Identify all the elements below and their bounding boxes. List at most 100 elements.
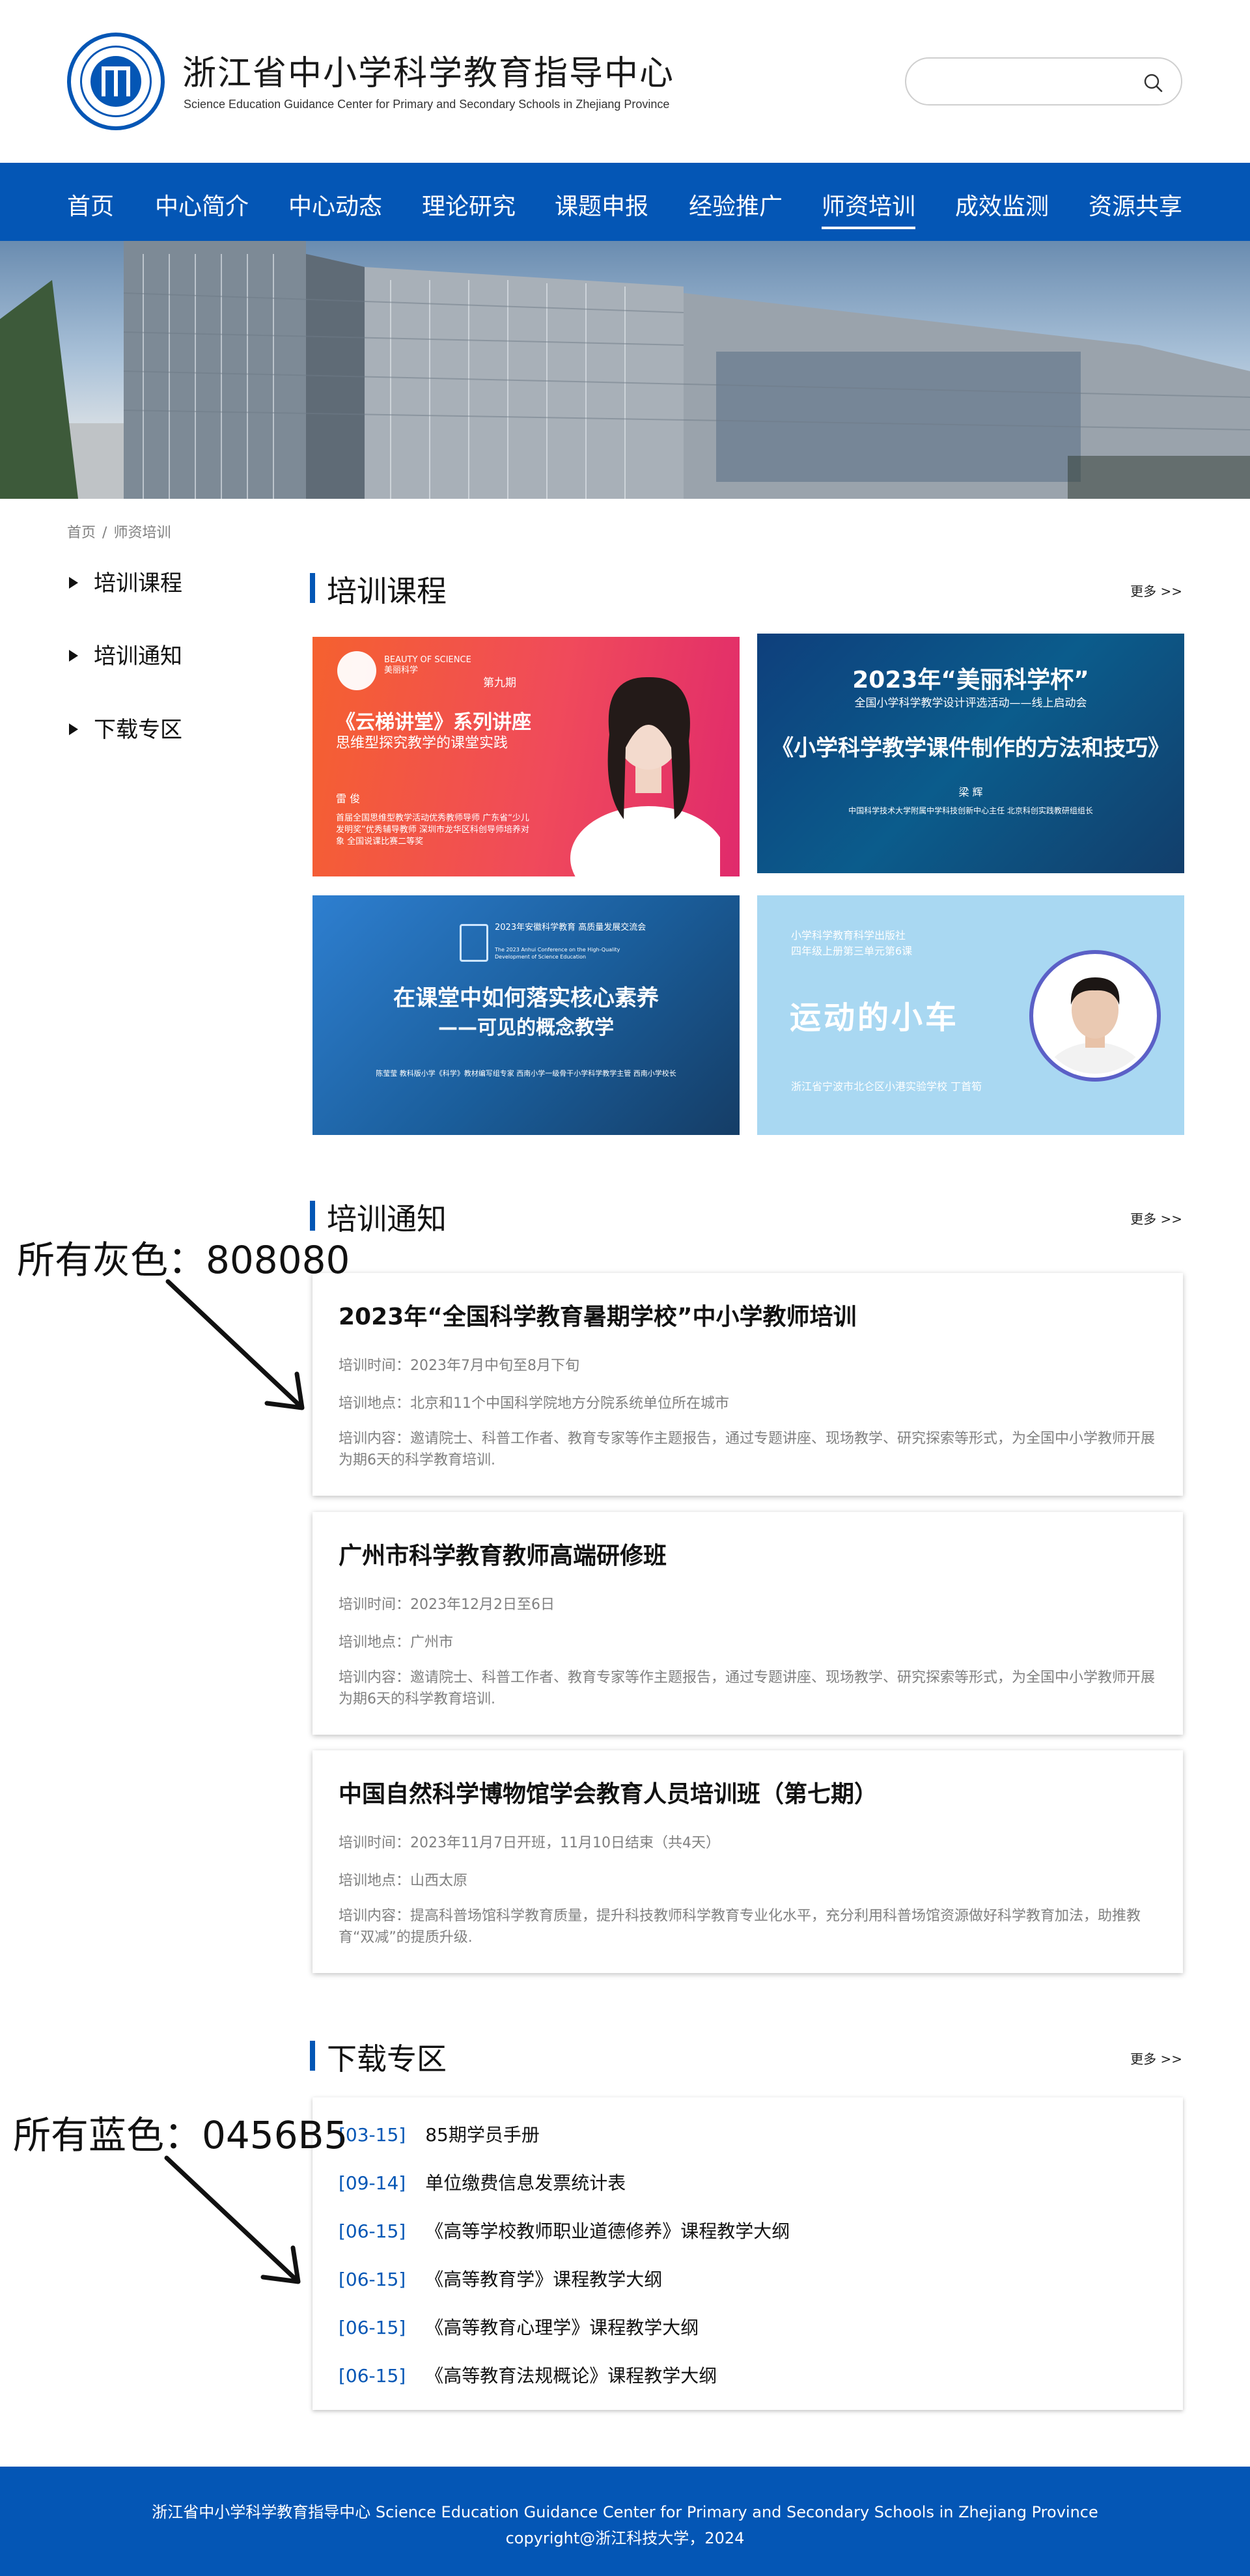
sidebar-item-label: 下载专区 bbox=[94, 717, 182, 743]
arrow-icon bbox=[164, 2155, 301, 2284]
card-headline: 2023年“美丽科学杯” bbox=[852, 667, 1089, 693]
course-card-moving-car[interactable]: 小学科学教育科学出版社 四年级上册第三单元第6课 运动的小车 浙江省宁波市北仑区小… bbox=[757, 895, 1184, 1135]
sidebar-item-label: 培训通知 bbox=[94, 643, 182, 669]
arrow-icon bbox=[165, 1279, 305, 1410]
search-icon[interactable] bbox=[1143, 73, 1163, 92]
triangle-right-icon bbox=[69, 723, 78, 735]
speaker-bio: 中国科学技术大学附属中学科技创新中心主任 北京科创实践教研组组长 bbox=[848, 806, 1093, 815]
notice-title[interactable]: 中国自然科学博物馆学会教育人员培训班（第七期） bbox=[339, 1775, 878, 1809]
site-header: 浙江省中小学科学教育指导中心 Science Education Guidanc… bbox=[0, 0, 1250, 163]
sidebar-item-notices[interactable]: 培训通知 bbox=[69, 638, 182, 670]
notice-content: 培训内容：提高科普场馆科学教育质量，提升科技教师科学教育专业化水平，充分利用科普… bbox=[339, 1908, 1141, 1946]
nav-item-resources[interactable]: 资源共享 bbox=[1089, 188, 1182, 221]
courses-section-header: 培训课程 更多 >> bbox=[310, 568, 1182, 609]
breadcrumb-separator: / bbox=[102, 525, 107, 541]
notice-content: 培训内容：邀请院士、科普工作者、教育专家等作主题报告，通过专题讲座、现场教学、研… bbox=[339, 1431, 1156, 1468]
speaker-name: 梁 辉 bbox=[958, 786, 983, 798]
notice-card[interactable]: 中国自然科学博物馆学会教育人员培训班（第七期） 培训时间：2023年11月7日开… bbox=[312, 1750, 1183, 1973]
more-link[interactable]: 更多 >> bbox=[1130, 2049, 1182, 2067]
download-date: [06-15] bbox=[339, 2220, 406, 2242]
section-accent-bar bbox=[310, 2041, 315, 2071]
download-item[interactable]: [03-15] 85期学员手册 bbox=[339, 2121, 540, 2147]
download-name[interactable]: 单位缴费信息发票统计表 bbox=[425, 2172, 626, 2194]
notice-card[interactable]: 2023年“全国科学教育暑期学校”中小学教师培训 培训时间：2023年7月中旬至… bbox=[312, 1273, 1183, 1496]
issue-label: 第九期 bbox=[483, 677, 516, 690]
more-link[interactable]: 更多 >> bbox=[1130, 1209, 1182, 1227]
breadcrumb: 首页 / 师资培训 bbox=[67, 521, 177, 542]
download-item[interactable]: [06-15] 《高等教育心理学》课程教学大纲 bbox=[339, 2314, 699, 2340]
book-icon bbox=[460, 924, 488, 962]
notice-title[interactable]: 广州市科学教育教师高端研修班 bbox=[339, 1537, 667, 1571]
more-link[interactable]: 更多 >> bbox=[1130, 581, 1182, 600]
building-illustration bbox=[0, 241, 1250, 499]
beauty-of-science-logo bbox=[337, 651, 376, 690]
download-item[interactable]: [06-15] 《高等学校教师职业道德修养》课程教学大纲 bbox=[339, 2217, 790, 2243]
brand-label: BEAUTY OF SCIENCE 美丽科学 bbox=[384, 655, 471, 676]
download-date: [06-15] bbox=[339, 2317, 406, 2338]
breadcrumb-current: 师资培训 bbox=[113, 525, 171, 541]
download-name[interactable]: 《高等教育法规概论》课程教学大纲 bbox=[425, 2365, 717, 2387]
site-logo[interactable] bbox=[67, 33, 165, 130]
download-item[interactable]: [06-15] 《高等教育学》课程教学大纲 bbox=[339, 2265, 662, 2291]
sidebar-item-downloads[interactable]: 下载专区 bbox=[69, 712, 182, 744]
site-title: 浙江省中小学科学教育指导中心 bbox=[182, 54, 675, 93]
speaker-bio: 陈莹莹 教科版小学《科学》教材编写组专家 西南小学一级骨干小学科学教学主管 西南… bbox=[376, 1069, 676, 1078]
download-name[interactable]: 《高等教育学》课程教学大纲 bbox=[425, 2269, 662, 2290]
speaker-bio: 首届全国思维型教学活动优秀教师导师 广东省“少儿发明奖”优秀辅导教师 深圳市龙华… bbox=[336, 813, 529, 847]
download-date: [09-14] bbox=[339, 2172, 406, 2194]
download-name[interactable]: 《高等学校教师职业道德修养》课程教学大纲 bbox=[425, 2220, 790, 2242]
logo-glyph bbox=[102, 66, 130, 96]
conference-title-en: The 2023 Anhui Conference on the High-Qu… bbox=[495, 947, 620, 960]
section-title: 下载专区 bbox=[327, 2041, 447, 2077]
notices-section-header: 培训通知 更多 >> bbox=[310, 1196, 1182, 1237]
download-name[interactable]: 85期学员手册 bbox=[425, 2124, 540, 2146]
nav-item-evaluation[interactable]: 成效监测 bbox=[955, 188, 1049, 221]
card-topic: 《小学科学教学课件制作的方法和技巧》 bbox=[771, 735, 1170, 761]
notice-content: 培训内容：邀请院士、科普工作者、教育专家等作主题报告，通过专题讲座、现场教学、研… bbox=[339, 1670, 1156, 1707]
nav-item-teacher-training[interactable]: 师资培训 bbox=[822, 188, 916, 229]
notice-place: 培训地点：广州市 bbox=[339, 1634, 454, 1651]
nav-item-news[interactable]: 中心动态 bbox=[288, 188, 382, 221]
search-box[interactable] bbox=[905, 57, 1182, 105]
notice-title[interactable]: 2023年“全国科学教育暑期学校”中小学教师培训 bbox=[339, 1298, 857, 1332]
card-headline: 《云梯讲堂》系列讲座 bbox=[336, 711, 531, 734]
downloads-list: [03-15] 85期学员手册 [09-14] 单位缴费信息发票统计表 [06-15… bbox=[312, 2097, 1183, 2410]
lesson-line: 四年级上册第三单元第6课 bbox=[791, 945, 913, 957]
notice-card[interactable]: 广州市科学教育教师高端研修班 培训时间：2023年12月2日至6日 培训地点：广… bbox=[312, 1512, 1183, 1735]
download-item[interactable]: [09-14] 单位缴费信息发票统计表 bbox=[339, 2169, 626, 2195]
nav-item-about[interactable]: 中心简介 bbox=[155, 188, 249, 221]
breadcrumb-home[interactable]: 首页 bbox=[67, 525, 96, 541]
section-accent-bar bbox=[310, 1201, 315, 1231]
site-footer: 浙江省中小学科学教育指导中心 Science Education Guidanc… bbox=[0, 2467, 1250, 2576]
download-date: [03-15] bbox=[339, 2124, 406, 2146]
speaker-school: 浙江省宁波市北仑区小港实验学校 丁首筍 bbox=[791, 1080, 982, 1093]
main-nav: 首页 中心简介 中心动态 理论研究 课题申报 经验推广 师资培训 成效监测 资源… bbox=[0, 163, 1250, 241]
card-headline: 在课堂中如何落实核心素养 bbox=[393, 985, 659, 1011]
course-card-core-literacy[interactable]: 2023年安徽科学教育 高质量发展交流会 The 2023 Anhui Conf… bbox=[312, 895, 740, 1135]
notice-time: 培训时间：2023年7月中旬至8月下旬 bbox=[339, 1358, 579, 1374]
site-subtitle: Science Education Guidance Center for Pr… bbox=[184, 98, 670, 111]
speaker-photo bbox=[570, 677, 720, 876]
sidebar-item-courses[interactable]: 培训课程 bbox=[69, 565, 182, 597]
nav-item-experience[interactable]: 经验推广 bbox=[689, 188, 783, 221]
annotation-blue: 所有蓝色：0456B5 bbox=[13, 2113, 348, 2157]
sidebar-item-label: 培训课程 bbox=[94, 570, 182, 596]
triangle-right-icon bbox=[69, 649, 78, 662]
download-item[interactable]: [06-15] 《高等教育法规概论》课程教学大纲 bbox=[339, 2362, 717, 2388]
footer-org: 浙江省中小学科学教育指导中心 Science Education Guidanc… bbox=[152, 2503, 1098, 2521]
nav-item-projects[interactable]: 课题申报 bbox=[555, 188, 648, 221]
notice-place: 培训地点：山西太原 bbox=[339, 1873, 468, 1889]
notice-time: 培训时间：2023年12月2日至6日 bbox=[339, 1597, 555, 1613]
hero-banner bbox=[0, 241, 1250, 499]
course-card-cloud-lecture[interactable]: BEAUTY OF SCIENCE 美丽科学 第九期 《云梯讲堂》系列讲座 思维型… bbox=[312, 637, 740, 876]
course-card-courseware-skills[interactable]: 2023年“美丽科学杯” 全国小学科学教学设计评选活动——线上启动会 《小学科学… bbox=[757, 634, 1184, 873]
nav-item-research[interactable]: 理论研究 bbox=[422, 188, 516, 221]
nav-item-home[interactable]: 首页 bbox=[67, 188, 114, 221]
card-subtitle: 全国小学科学教学设计评选活动——线上启动会 bbox=[854, 697, 1087, 710]
search-input[interactable] bbox=[926, 70, 1121, 94]
publisher-line: 小学科学教育科学出版社 bbox=[791, 929, 906, 942]
card-subtitle: ——可见的概念教学 bbox=[438, 1016, 614, 1039]
download-name[interactable]: 《高等教育心理学》课程教学大纲 bbox=[425, 2317, 699, 2338]
download-date: [06-15] bbox=[339, 2269, 406, 2290]
brand-cn: 美丽科学 bbox=[384, 665, 419, 675]
